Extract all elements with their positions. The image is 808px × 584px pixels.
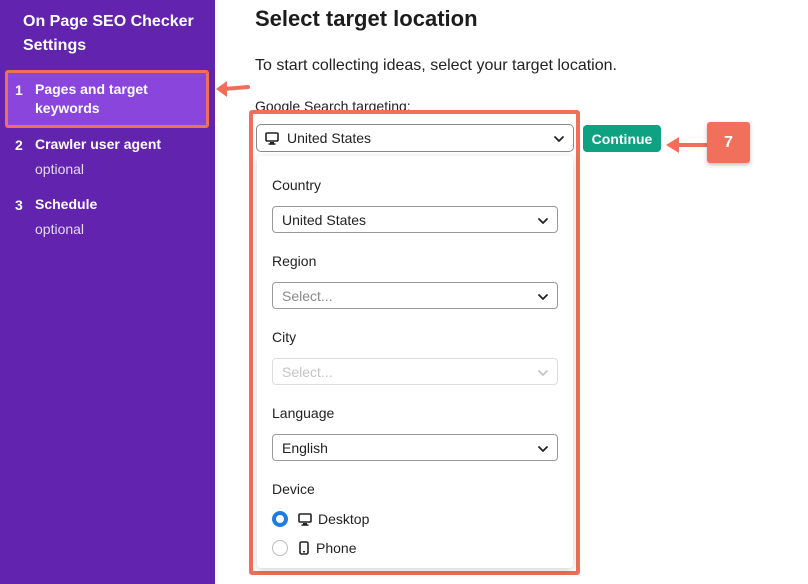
device-option-desktop[interactable]: Desktop	[272, 511, 369, 527]
chevron-down-icon	[537, 442, 549, 458]
sidebar-item-sublabel: optional	[35, 221, 85, 237]
region-select[interactable]: Select...	[272, 282, 558, 309]
device-option-label: Desktop	[318, 511, 370, 527]
language-value: English	[282, 439, 328, 456]
sidebar-item-label: Pages and target keywords	[35, 81, 148, 116]
annotation-arrow-left-icon	[666, 137, 708, 153]
city-select[interactable]: Select...	[272, 358, 558, 385]
radio-button[interactable]	[272, 511, 288, 527]
continue-button[interactable]: Continue	[583, 125, 661, 152]
radio-button[interactable]	[272, 540, 288, 556]
chevron-down-icon	[537, 290, 549, 306]
annotation-arrow-left-icon	[216, 81, 250, 97]
chevron-down-icon	[537, 214, 549, 230]
region-placeholder: Select...	[282, 287, 333, 304]
country-label: Country	[272, 177, 322, 193]
sidebar-title: On Page SEO Checker Settings	[23, 13, 194, 54]
sidebar-item-pages-keywords[interactable]: 1 Pages and target keywords	[15, 80, 205, 118]
language-select[interactable]: English	[272, 434, 558, 461]
target-location-select[interactable]: United States	[256, 124, 574, 152]
step-number: 2	[15, 137, 23, 153]
target-location-value: United States	[287, 130, 372, 146]
city-label: City	[272, 329, 297, 345]
step-number: 3	[15, 197, 23, 213]
sidebar-item-label: Schedule	[35, 196, 98, 212]
sidebar-item-label: Crawler user agent	[35, 136, 162, 152]
device-option-phone[interactable]: Phone	[272, 540, 356, 556]
city-placeholder: Select...	[282, 363, 333, 380]
monitor-icon	[298, 512, 312, 526]
page-title: Select target location	[255, 6, 478, 31]
chevron-down-icon	[537, 366, 549, 382]
region-label: Region	[272, 253, 317, 269]
country-value: United States	[282, 211, 367, 228]
device-option-label: Phone	[316, 540, 357, 556]
intro-text: To start collecting ideas, select your t…	[255, 57, 617, 74]
step-number: 1	[15, 82, 23, 98]
country-select[interactable]: United States	[272, 206, 558, 233]
sidebar-item-sublabel: optional	[35, 161, 85, 177]
device-label: Device	[272, 481, 315, 497]
monitor-icon	[265, 131, 279, 145]
sidebar: On Page SEO Checker Settings 1 Pages and…	[0, 0, 215, 584]
step-badge: 7	[707, 122, 750, 163]
phone-icon	[298, 541, 310, 555]
sidebar-item-schedule[interactable]: 3 Schedule optional	[15, 195, 205, 239]
language-label: Language	[272, 405, 335, 421]
sidebar-item-crawler-user-agent[interactable]: 2 Crawler user agent optional	[15, 135, 205, 179]
chevron-down-icon	[553, 132, 565, 148]
